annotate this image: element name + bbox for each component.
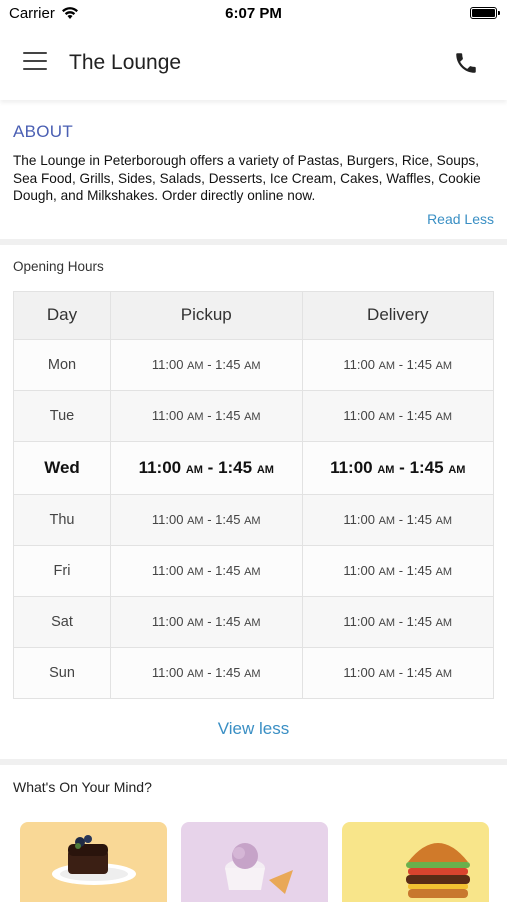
delivery-cell: 11:00 AM - 1:45 AM <box>301 440 494 495</box>
pickup-cell: 11:00 AM - 1:45 AM <box>110 595 303 648</box>
clock: 6:07 PM <box>225 5 282 22</box>
table-row: Fri 11:00 AM - 1:45 AM 11:00 AM - 1:45 A… <box>13 544 494 597</box>
pickup-cell: 11:00 AM - 1:45 AM <box>110 389 303 442</box>
delivery-cell: 11:00 AM - 1:45 AM <box>301 493 494 546</box>
nav-bar: The Lounge <box>0 28 507 100</box>
pickup-cell: 11:00 AM - 1:45 AM <box>110 440 303 495</box>
whats-on-your-mind-section: What's On Your Mind? <box>0 765 507 902</box>
delivery-cell: 11:00 AM - 1:45 AM <box>301 338 494 391</box>
delivery-cell: 11:00 AM - 1:45 AM <box>301 544 494 597</box>
category-cards <box>13 821 494 902</box>
page-title: The Lounge <box>69 51 182 74</box>
category-card-burger[interactable] <box>342 821 489 902</box>
category-card-cake[interactable] <box>20 821 167 902</box>
about-description: The Lounge in Peterborough offers a vari… <box>13 153 481 204</box>
delivery-cell: 11:00 AM - 1:45 AM <box>301 595 494 648</box>
table-row: Mon 11:00 AM - 1:45 AM 11:00 AM - 1:45 A… <box>13 338 494 391</box>
table-row: Sat 11:00 AM - 1:45 AM 11:00 AM - 1:45 A… <box>13 595 494 648</box>
day-cell: Thu <box>13 493 111 546</box>
column-header-pickup: Pickup <box>110 290 303 340</box>
status-bar: Carrier 6:07 PM <box>0 0 507 28</box>
phone-call-icon[interactable] <box>453 50 479 76</box>
about-heading: ABOUT <box>13 122 74 141</box>
table-row: Tue 11:00 AM - 1:45 AM 11:00 AM - 1:45 A… <box>13 389 494 442</box>
table-row: Thu 11:00 AM - 1:45 AM 11:00 AM - 1:45 A… <box>13 493 494 546</box>
pickup-cell: 11:00 AM - 1:45 AM <box>110 544 303 597</box>
burger-icon <box>406 842 470 898</box>
column-header-day: Day <box>13 290 111 340</box>
view-less-link[interactable]: View less <box>13 719 494 739</box>
column-header-delivery: Delivery <box>301 290 494 340</box>
opening-hours-table: Day Pickup Delivery Mon 11:00 AM - 1:45 … <box>13 290 494 699</box>
about-section: ABOUT The Lounge in Peterborough offers … <box>0 100 507 239</box>
pickup-cell: 11:00 AM - 1:45 AM <box>110 493 303 546</box>
hamburger-menu-icon[interactable] <box>23 52 47 72</box>
opening-hours-heading: Opening Hours <box>13 258 104 274</box>
table-row: Sun 11:00 AM - 1:45 AM 11:00 AM - 1:45 A… <box>13 646 494 699</box>
delivery-cell: 11:00 AM - 1:45 AM <box>301 389 494 442</box>
pickup-cell: 11:00 AM - 1:45 AM <box>110 338 303 391</box>
table-row-today: Wed 11:00 AM - 1:45 AM 11:00 AM - 1:45 A… <box>13 440 494 495</box>
battery-icon <box>470 7 500 19</box>
day-cell: Fri <box>13 544 111 597</box>
opening-hours-section: Opening Hours Day Pickup Delivery Mon 11… <box>0 245 507 739</box>
category-card-ice-cream[interactable] <box>181 821 328 902</box>
table-header-row: Day Pickup Delivery <box>13 290 494 340</box>
pickup-cell: 11:00 AM - 1:45 AM <box>110 646 303 699</box>
day-cell: Sun <box>13 646 111 699</box>
day-cell: Wed <box>13 440 111 495</box>
whats-on-your-mind-heading: What's On Your Mind? <box>13 778 152 795</box>
day-cell: Tue <box>13 389 111 442</box>
read-less-link[interactable]: Read Less <box>13 211 494 227</box>
day-cell: Mon <box>13 338 111 391</box>
delivery-cell: 11:00 AM - 1:45 AM <box>301 646 494 699</box>
chocolate-cake-icon <box>52 834 136 885</box>
ice-cream-icon <box>225 842 293 894</box>
day-cell: Sat <box>13 595 111 648</box>
